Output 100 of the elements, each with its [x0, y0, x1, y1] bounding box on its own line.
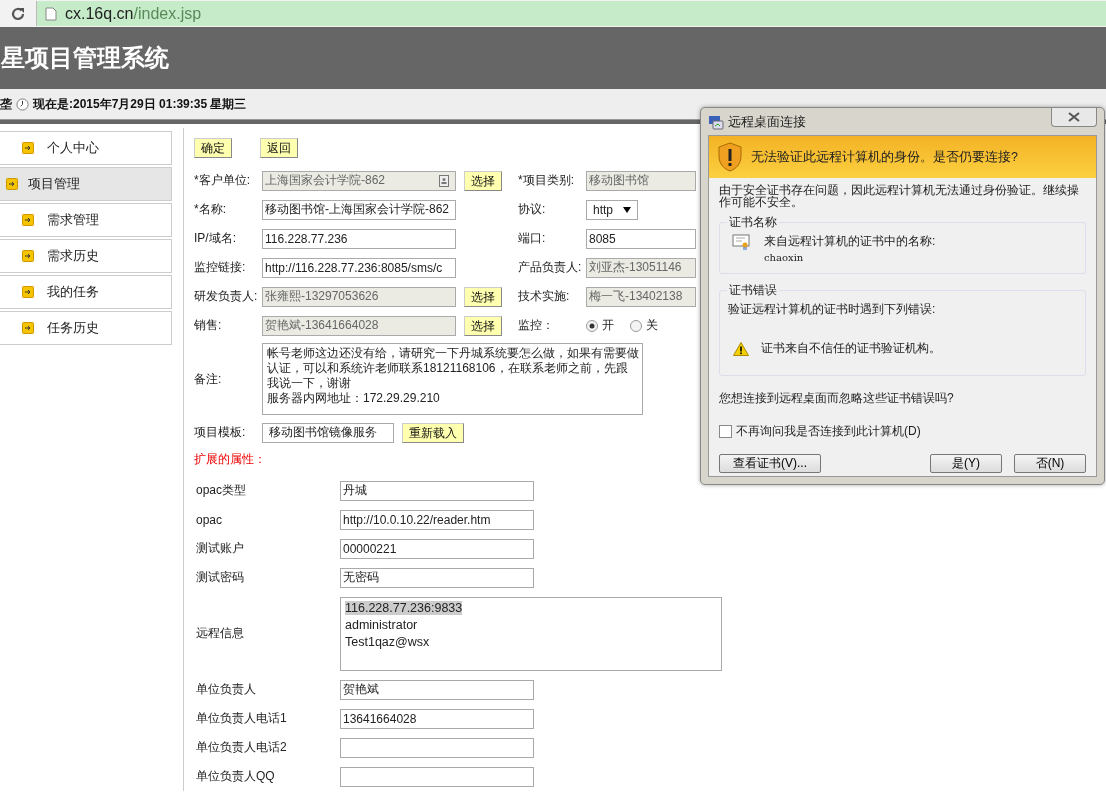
remote-info-textarea[interactable]: 116.228.77.236:9833 administrator Test1qaz@wsx: [340, 596, 722, 671]
radio-button[interactable]: [630, 319, 642, 332]
checkbox[interactable]: [719, 425, 732, 438]
sidebar-label: 任务历史: [47, 319, 99, 337]
app-title: 星项目管理系统: [1, 43, 169, 73]
dialog-question: 您想连接到远程桌面而忽略这些证书错误吗?: [718, 390, 955, 407]
text-field[interactable]: 丹城: [340, 480, 534, 501]
text-field[interactable]: 无密码: [340, 567, 534, 588]
error-message: 证书来自不信任的证书验证机构。: [761, 340, 941, 357]
remote-desktop-icon: [708, 113, 724, 130]
arrow-icon: [22, 214, 34, 226]
template-select[interactable]: 移动图书馆镜像服务: [262, 422, 394, 443]
sidebar-label: 需求管理: [47, 211, 99, 229]
select-button[interactable]: 选择: [464, 315, 502, 336]
text-field[interactable]: [340, 766, 534, 787]
sidebar-label: 项目管理: [28, 175, 80, 193]
field-label: 监控链接:: [194, 259, 247, 276]
field-label: 协议:: [518, 201, 547, 218]
text-field[interactable]: 贺艳斌: [340, 679, 534, 700]
field-label: 销售:: [194, 317, 223, 334]
text-field[interactable]: http://10.0.10.22/reader.htm: [340, 509, 534, 530]
text-field[interactable]: 00000221: [340, 538, 534, 559]
arrow-icon: [22, 322, 34, 334]
text-field[interactable]: http://116.228.77.236:8085/sms/c: [262, 257, 456, 278]
group-title: 证书名称: [727, 214, 779, 231]
reload-button[interactable]: 重新载入: [402, 422, 464, 443]
select-button[interactable]: 选择: [464, 286, 502, 307]
dialog-button[interactable]: 否(N): [1014, 454, 1086, 473]
arrow-icon: [22, 142, 34, 154]
sidebar-item[interactable]: 我的任务: [0, 275, 172, 309]
text-field[interactable]: 张雍熙-13297053626: [262, 286, 456, 307]
text-field[interactable]: 上海国家会计学院-862: [262, 170, 456, 191]
field-label: 测试账户: [195, 540, 245, 557]
field-label: *客户单位:: [194, 172, 251, 189]
clock-icon: [16, 97, 29, 111]
field-label: 单位负责人QQ: [195, 768, 276, 785]
text-field[interactable]: 8085: [586, 228, 696, 249]
certificate-icon: [732, 233, 750, 251]
text-field[interactable]: 13641664028: [340, 708, 534, 729]
text-field[interactable]: 移动图书馆: [586, 170, 696, 191]
shield-warning-icon: [717, 142, 743, 172]
dropdown-icon: [623, 206, 631, 213]
close-icon: [1068, 112, 1080, 122]
field-label: 备注:: [194, 370, 223, 388]
action-button[interactable]: 确定: [194, 138, 232, 158]
field-label: 项目模板:: [194, 424, 247, 441]
field-label: 远程信息: [195, 625, 245, 642]
dialog-message: 由于安全证书存在问题，因此远程计算机无法通过身份验证。继续操作可能不安全。: [718, 182, 1080, 208]
field-label: opac: [195, 512, 224, 527]
radio-label: 开: [602, 317, 614, 334]
text-field[interactable]: 梅一飞-13402138: [586, 286, 696, 307]
field-label: *名称:: [194, 201, 227, 218]
certificate-name: chaoxin: [764, 252, 805, 263]
sidebar-item[interactable]: 项目管理: [0, 167, 172, 201]
field-label: 端口:: [518, 230, 547, 247]
page-icon: [45, 6, 57, 21]
sidebar-item[interactable]: 需求历史: [0, 239, 172, 273]
text-line: administrator: [345, 617, 418, 632]
radio-button[interactable]: [586, 319, 598, 332]
field-label: *项目类别:: [518, 172, 575, 189]
sidebar-item[interactable]: 个人中心: [0, 131, 172, 165]
field-label: 单位负责人: [195, 681, 257, 698]
select-button[interactable]: 选择: [464, 170, 502, 191]
arrow-icon: [22, 250, 34, 262]
user-name: 垄: [0, 95, 12, 113]
text-field[interactable]: [340, 737, 534, 758]
close-button[interactable]: [1051, 108, 1097, 127]
address-bar[interactable]: cx.16q.cn/index.jsp: [36, 1, 1106, 26]
dialog-button[interactable]: 是(Y): [930, 454, 1002, 473]
group-title: 证书错误: [727, 282, 779, 299]
certificate-label: 来自远程计算机的证书中的名称:: [764, 233, 936, 250]
sidebar-item[interactable]: 任务历史: [0, 311, 172, 345]
field-label: 产品负责人:: [518, 259, 583, 276]
field-label: 测试密码: [195, 569, 245, 586]
sidebar-label: 需求历史: [47, 247, 99, 265]
arrow-icon: [6, 178, 18, 190]
contact-card-icon: [439, 174, 449, 187]
dialog-button[interactable]: 查看证书(V)...: [719, 454, 821, 473]
sidebar-item[interactable]: 需求管理: [0, 203, 172, 237]
protocol-select[interactable]: http: [586, 199, 638, 220]
field-label: 单位负责人电话1: [195, 710, 288, 727]
text-field[interactable]: 刘亚杰-13051146: [586, 257, 696, 278]
sidebar-label: 我的任务: [47, 283, 99, 301]
field-label: 单位负责人电话2: [195, 739, 288, 756]
reload-icon[interactable]: [10, 5, 26, 22]
text-field[interactable]: 贺艳斌-13641664028: [262, 315, 456, 336]
field-label: 研发负责人:: [194, 288, 259, 305]
radio-label: 关: [646, 317, 658, 334]
checkbox-label: 不再询问我是否连接到此计算机(D): [736, 423, 921, 440]
field-label: 监控：: [518, 317, 555, 334]
remarks-textarea[interactable]: 帐号老师这边还没有给，请研究一下丹城系统要怎么做，如果有需要做 认证，可以和系统许老师联系18121168106，在联系老师之前，先跟 我说一下，谢谢 服务器内网地址：172.29.29.210: [262, 343, 643, 415]
sidebar-label: 个人中心: [47, 139, 99, 157]
date-time: 现在是:2015年7月29日 01:39:35 星期三: [33, 95, 247, 113]
text-field[interactable]: 116.228.77.236: [262, 228, 456, 249]
warning-icon: [733, 341, 749, 356]
text-field[interactable]: 移动图书馆-上海国家会计学院-862: [262, 199, 456, 220]
section-title: 扩展的属性：: [194, 451, 266, 468]
action-button[interactable]: 返回: [260, 138, 298, 158]
text-line: Test1qaz@wsx: [345, 634, 430, 649]
warning-heading: 无法验证此远程计算机的身份。是否仍要连接?: [751, 148, 1018, 166]
